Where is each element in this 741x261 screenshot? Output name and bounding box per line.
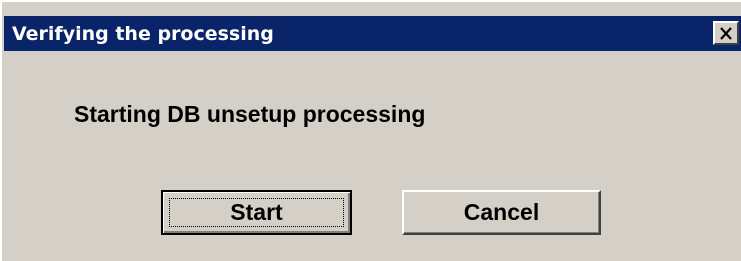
close-icon <box>719 26 733 40</box>
dialog-title: Verifying the processing <box>12 23 274 45</box>
close-button[interactable] <box>713 21 739 45</box>
cancel-button-label: Cancel <box>463 199 540 225</box>
start-button-label: Start <box>230 199 283 225</box>
title-bar[interactable]: Verifying the processing <box>4 16 741 51</box>
dialog-message: Starting DB unsetup processing <box>74 101 426 127</box>
dialog-window: Verifying the processing Starting DB uns… <box>0 0 741 261</box>
start-button[interactable]: Start <box>161 190 352 235</box>
cancel-button[interactable]: Cancel <box>402 190 601 235</box>
